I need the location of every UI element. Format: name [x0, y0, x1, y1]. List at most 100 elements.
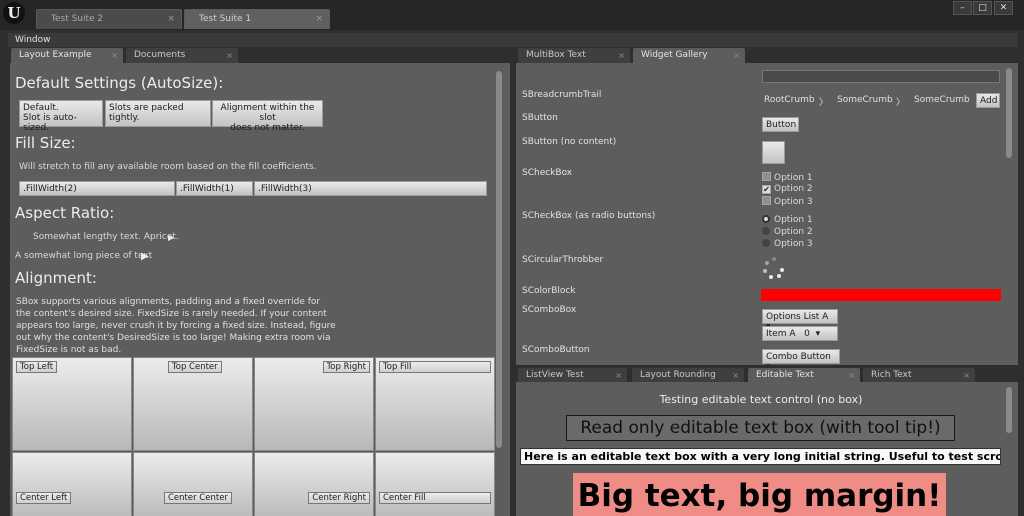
tab-widget-gallery[interactable]: Widget Gallery ×: [633, 48, 745, 63]
chevron-down-icon: ▾: [815, 329, 821, 339]
top-fill-label[interactable]: Top Fill: [379, 361, 491, 373]
big-text-box[interactable]: Big text, big margin!: [573, 473, 946, 516]
layout-example-panel: Default Settings (AutoSize): Default. Sl…: [10, 63, 510, 516]
editable-text-heading[interactable]: Testing editable text control (no box): [516, 393, 1006, 406]
color-block: [761, 289, 1001, 301]
tab-label: MultiBox Text: [526, 50, 586, 60]
tab-layout-rounding[interactable]: Layout Rounding ×: [632, 368, 744, 383]
top-center-label[interactable]: Top Center: [168, 361, 222, 373]
close-icon[interactable]: ×: [733, 48, 740, 63]
alignment-cell-center-right: Center Right: [254, 452, 374, 516]
radio-option-2[interactable]: Option 2: [762, 227, 813, 237]
option-label: Option 3: [774, 239, 813, 249]
combobox-item[interactable]: Item A 0 ▾: [762, 326, 838, 341]
breadcrumb-crumb-2[interactable]: SomeCrumb: [914, 95, 970, 105]
center-left-label[interactable]: Center Left: [16, 492, 72, 504]
vertical-scrollbar[interactable]: [1006, 68, 1012, 158]
checkbox-option-1[interactable]: Option 1: [762, 172, 813, 183]
chevron-right-icon: 〉: [896, 98, 906, 108]
combo-button-label: Combo Button: [766, 352, 831, 362]
alignment-cell-top-fill: Top Fill: [375, 357, 495, 451]
menu-window[interactable]: Window: [15, 35, 51, 45]
slot-line-1: Slots are packed tightly.: [109, 103, 184, 123]
widget-gallery-panel: SBreadcrumbTrail RootCrumb 〉 SomeCrumb 〉…: [516, 63, 1018, 365]
breadcrumb-crumb-1[interactable]: SomeCrumb: [837, 95, 893, 105]
option-label: Option 2: [774, 184, 813, 194]
option-label: Option 2: [774, 227, 813, 237]
tab-label: Widget Gallery: [641, 50, 708, 60]
long-text-input[interactable]: Here is an editable text box with a very…: [520, 448, 1001, 465]
read-only-text-box[interactable]: Read only editable text box (with tool t…: [566, 415, 955, 441]
radio-selected-icon: [762, 215, 770, 223]
option-label: Option 1: [774, 215, 813, 225]
default-slot-button[interactable]: Default. Slot is auto-sized.: [19, 100, 103, 133]
tab-layout-example[interactable]: Layout Example ×: [11, 48, 123, 63]
combo-value: Options List A: [766, 312, 829, 322]
close-icon[interactable]: ×: [732, 368, 739, 383]
fillwidth-3-button[interactable]: .FillWidth(3): [254, 181, 487, 196]
text-field[interactable]: [762, 70, 1000, 83]
combo-button[interactable]: Combo Button ▾: [762, 349, 840, 365]
slot-line-1: Alignment within the slot: [220, 103, 315, 123]
fill-size-description: Will stretch to fill any available room …: [19, 162, 317, 172]
radio-option-1[interactable]: Option 1: [762, 215, 813, 225]
radio-option-3[interactable]: Option 3: [762, 239, 813, 249]
label-scombobox: SComboBox: [522, 305, 577, 315]
tab-test-suite-1[interactable]: Test Suite 1 ×: [184, 9, 330, 29]
tab-label: Test Suite 1: [199, 14, 252, 24]
tab-test-suite-2[interactable]: Test Suite 2 ×: [36, 9, 182, 29]
fillwidth-1-button[interactable]: .FillWidth(1): [176, 181, 253, 196]
alignment-cell-top-left: Top Left: [12, 357, 132, 451]
tab-documents[interactable]: Documents ×: [126, 48, 238, 63]
minimize-button[interactable]: –: [953, 1, 972, 15]
close-icon[interactable]: ×: [167, 10, 175, 29]
tab-listview-test[interactable]: ListView Test ×: [518, 368, 627, 383]
slot-line-2: does not matter.: [230, 123, 305, 133]
tab-editable-text[interactable]: Editable Text ×: [748, 368, 860, 383]
fillwidth-2-button[interactable]: .FillWidth(2): [19, 181, 175, 196]
checkbox-option-2[interactable]: ✔ Option 2: [762, 184, 813, 194]
top-right-label[interactable]: Top Right: [322, 361, 370, 373]
checkbox-option-3[interactable]: Option 3: [762, 196, 813, 207]
center-fill-label[interactable]: Center Fill: [379, 492, 491, 504]
option-label: Option 1: [774, 173, 813, 183]
chevron-down-icon: ▾: [766, 362, 771, 365]
slot-line-1: Default.: [23, 103, 59, 113]
combo-value: Item A 0: [766, 329, 810, 339]
slots-packed-button[interactable]: Slots are packed tightly.: [105, 100, 211, 127]
close-icon[interactable]: ×: [963, 368, 970, 383]
empty-button[interactable]: [762, 141, 785, 164]
close-icon[interactable]: ×: [226, 48, 233, 63]
label-scheckbox: SCheckBox: [522, 168, 573, 178]
tab-label: Documents: [134, 50, 186, 60]
add-crumb-button[interactable]: Add: [976, 93, 1000, 108]
center-right-label[interactable]: Center Right: [308, 492, 370, 504]
close-icon[interactable]: ×: [848, 368, 855, 383]
tab-label: Editable Text: [756, 370, 814, 380]
close-icon[interactable]: ×: [315, 10, 323, 29]
breadcrumb-root[interactable]: RootCrumb: [764, 95, 815, 105]
tab-rich-text[interactable]: Rich Text ×: [863, 368, 975, 383]
close-icon[interactable]: ×: [618, 48, 625, 63]
center-center-label[interactable]: Center Center: [164, 492, 232, 504]
tab-label: Rich Text: [871, 370, 912, 380]
top-left-label[interactable]: Top Left: [16, 361, 58, 373]
vertical-scrollbar[interactable]: [1006, 387, 1012, 433]
alignment-slot-button[interactable]: Alignment within the slot does not matte…: [212, 100, 323, 133]
close-window-button[interactable]: ✕: [994, 1, 1013, 15]
vertical-scrollbar[interactable]: [496, 71, 502, 448]
title-bar: U Test Suite 2 × Test Suite 1 × – □ ✕: [0, 0, 1024, 30]
throbber-icon: [762, 257, 786, 281]
label-scombobutton: SComboButton: [522, 345, 590, 355]
combobox-options-list[interactable]: Options List A ▾: [762, 309, 838, 332]
editable-text-panel: Testing editable text control (no box) R…: [516, 382, 1018, 516]
close-icon[interactable]: ×: [615, 368, 622, 383]
tab-multibox-text[interactable]: MultiBox Text ×: [518, 48, 630, 63]
alignment-description: SBox supports various alignments, paddin…: [16, 297, 336, 355]
checkmark-icon: ✔: [762, 185, 771, 194]
close-icon[interactable]: ×: [111, 48, 118, 63]
maximize-button[interactable]: □: [973, 1, 992, 15]
demo-button[interactable]: Button: [762, 117, 799, 132]
tab-label: ListView Test: [526, 370, 584, 380]
label-scircularthrobber: SCircularThrobber: [522, 255, 604, 265]
